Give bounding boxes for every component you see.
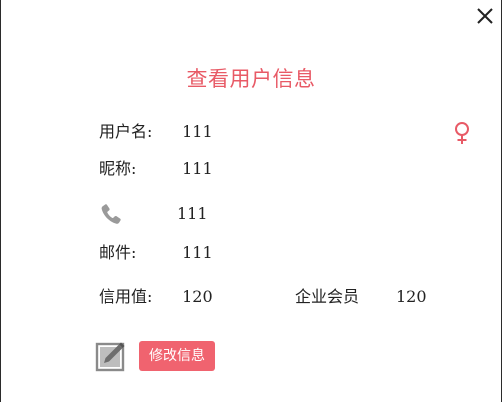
user-info-dialog: 查看用户信息 用户名: 111 昵称: 111 111 邮件: 111 信用值:… bbox=[0, 0, 502, 402]
nickname-value: 111 bbox=[182, 159, 213, 178]
membership-label: 企业会员 bbox=[295, 287, 360, 306]
nickname-label: 昵称: bbox=[99, 159, 137, 178]
username-value: 111 bbox=[182, 122, 213, 141]
female-icon bbox=[451, 121, 473, 145]
phone-icon bbox=[99, 202, 123, 226]
username-row: 用户名: 111 bbox=[99, 121, 213, 143]
credit-row: 信用值: 120 bbox=[99, 286, 213, 308]
email-label: 邮件: bbox=[99, 243, 137, 262]
membership-value: 120 bbox=[396, 287, 427, 306]
email-row: 邮件: 111 bbox=[99, 242, 213, 264]
email-value: 111 bbox=[182, 243, 213, 262]
dialog-title: 查看用户信息 bbox=[186, 67, 316, 91]
credit-label: 信用值: bbox=[99, 287, 153, 306]
phone-value: 111 bbox=[177, 204, 208, 223]
credit-value: 120 bbox=[182, 287, 213, 306]
edit-icon[interactable] bbox=[95, 340, 127, 372]
close-icon[interactable] bbox=[475, 6, 495, 26]
edit-info-button[interactable]: 修改信息 bbox=[139, 341, 215, 371]
username-label: 用户名: bbox=[99, 122, 153, 141]
nickname-row: 昵称: 111 bbox=[99, 158, 213, 180]
